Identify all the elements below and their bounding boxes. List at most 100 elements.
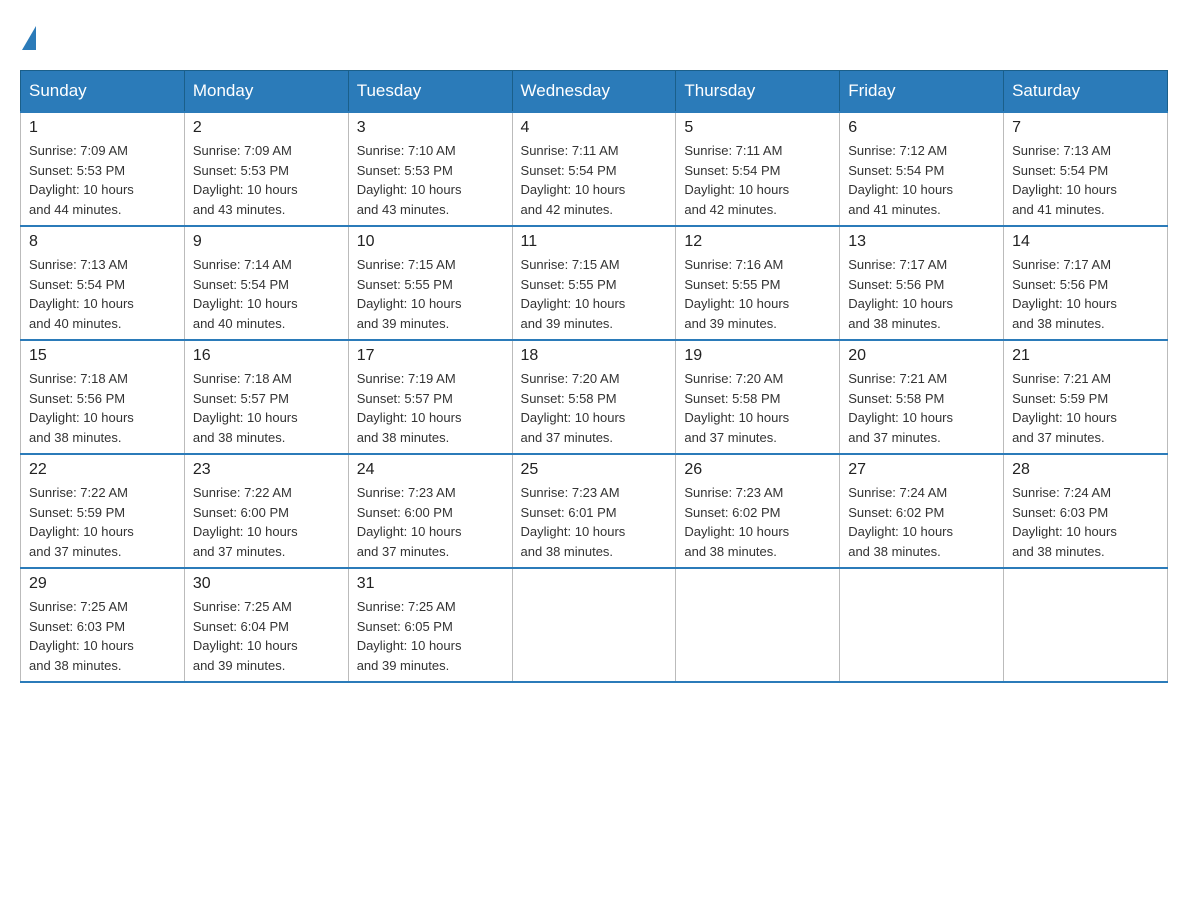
day-info: Sunrise: 7:23 AM Sunset: 6:01 PM Dayligh… <box>521 483 668 561</box>
calendar-cell: 30 Sunrise: 7:25 AM Sunset: 6:04 PM Dayl… <box>184 568 348 682</box>
calendar-cell: 26 Sunrise: 7:23 AM Sunset: 6:02 PM Dayl… <box>676 454 840 568</box>
day-number: 14 <box>1012 233 1159 251</box>
calendar-cell: 21 Sunrise: 7:21 AM Sunset: 5:59 PM Dayl… <box>1004 340 1168 454</box>
day-number: 10 <box>357 233 504 251</box>
day-info: Sunrise: 7:24 AM Sunset: 6:03 PM Dayligh… <box>1012 483 1159 561</box>
calendar-cell: 19 Sunrise: 7:20 AM Sunset: 5:58 PM Dayl… <box>676 340 840 454</box>
calendar-cell: 9 Sunrise: 7:14 AM Sunset: 5:54 PM Dayli… <box>184 226 348 340</box>
calendar-cell: 13 Sunrise: 7:17 AM Sunset: 5:56 PM Dayl… <box>840 226 1004 340</box>
day-number: 9 <box>193 233 340 251</box>
calendar-week-2: 8 Sunrise: 7:13 AM Sunset: 5:54 PM Dayli… <box>21 226 1168 340</box>
calendar-cell <box>676 568 840 682</box>
day-info: Sunrise: 7:16 AM Sunset: 5:55 PM Dayligh… <box>684 255 831 333</box>
day-info: Sunrise: 7:18 AM Sunset: 5:57 PM Dayligh… <box>193 369 340 447</box>
day-info: Sunrise: 7:15 AM Sunset: 5:55 PM Dayligh… <box>521 255 668 333</box>
day-info: Sunrise: 7:22 AM Sunset: 6:00 PM Dayligh… <box>193 483 340 561</box>
day-info: Sunrise: 7:11 AM Sunset: 5:54 PM Dayligh… <box>684 141 831 219</box>
day-number: 20 <box>848 347 995 365</box>
day-number: 31 <box>357 575 504 593</box>
day-number: 3 <box>357 119 504 137</box>
day-number: 30 <box>193 575 340 593</box>
day-number: 13 <box>848 233 995 251</box>
day-info: Sunrise: 7:13 AM Sunset: 5:54 PM Dayligh… <box>29 255 176 333</box>
day-info: Sunrise: 7:10 AM Sunset: 5:53 PM Dayligh… <box>357 141 504 219</box>
weekday-header-thursday: Thursday <box>676 71 840 113</box>
calendar-cell: 4 Sunrise: 7:11 AM Sunset: 5:54 PM Dayli… <box>512 112 676 226</box>
page-header <box>20 20 1168 50</box>
day-number: 24 <box>357 461 504 479</box>
calendar-cell <box>840 568 1004 682</box>
day-number: 1 <box>29 119 176 137</box>
day-number: 17 <box>357 347 504 365</box>
calendar-cell: 11 Sunrise: 7:15 AM Sunset: 5:55 PM Dayl… <box>512 226 676 340</box>
day-number: 15 <box>29 347 176 365</box>
calendar-cell: 16 Sunrise: 7:18 AM Sunset: 5:57 PM Dayl… <box>184 340 348 454</box>
day-number: 18 <box>521 347 668 365</box>
day-info: Sunrise: 7:19 AM Sunset: 5:57 PM Dayligh… <box>357 369 504 447</box>
calendar-cell: 28 Sunrise: 7:24 AM Sunset: 6:03 PM Dayl… <box>1004 454 1168 568</box>
day-number: 4 <box>521 119 668 137</box>
day-info: Sunrise: 7:24 AM Sunset: 6:02 PM Dayligh… <box>848 483 995 561</box>
day-info: Sunrise: 7:20 AM Sunset: 5:58 PM Dayligh… <box>521 369 668 447</box>
calendar-cell: 17 Sunrise: 7:19 AM Sunset: 5:57 PM Dayl… <box>348 340 512 454</box>
calendar-table: SundayMondayTuesdayWednesdayThursdayFrid… <box>20 70 1168 683</box>
day-info: Sunrise: 7:25 AM Sunset: 6:03 PM Dayligh… <box>29 597 176 675</box>
day-info: Sunrise: 7:25 AM Sunset: 6:04 PM Dayligh… <box>193 597 340 675</box>
weekday-header-friday: Friday <box>840 71 1004 113</box>
calendar-cell: 18 Sunrise: 7:20 AM Sunset: 5:58 PM Dayl… <box>512 340 676 454</box>
day-info: Sunrise: 7:23 AM Sunset: 6:02 PM Dayligh… <box>684 483 831 561</box>
calendar-week-4: 22 Sunrise: 7:22 AM Sunset: 5:59 PM Dayl… <box>21 454 1168 568</box>
day-info: Sunrise: 7:21 AM Sunset: 5:59 PM Dayligh… <box>1012 369 1159 447</box>
day-number: 27 <box>848 461 995 479</box>
day-info: Sunrise: 7:22 AM Sunset: 5:59 PM Dayligh… <box>29 483 176 561</box>
calendar-cell: 24 Sunrise: 7:23 AM Sunset: 6:00 PM Dayl… <box>348 454 512 568</box>
calendar-week-3: 15 Sunrise: 7:18 AM Sunset: 5:56 PM Dayl… <box>21 340 1168 454</box>
calendar-cell: 29 Sunrise: 7:25 AM Sunset: 6:03 PM Dayl… <box>21 568 185 682</box>
calendar-cell: 23 Sunrise: 7:22 AM Sunset: 6:00 PM Dayl… <box>184 454 348 568</box>
calendar-cell: 31 Sunrise: 7:25 AM Sunset: 6:05 PM Dayl… <box>348 568 512 682</box>
day-info: Sunrise: 7:17 AM Sunset: 5:56 PM Dayligh… <box>848 255 995 333</box>
day-info: Sunrise: 7:18 AM Sunset: 5:56 PM Dayligh… <box>29 369 176 447</box>
day-info: Sunrise: 7:23 AM Sunset: 6:00 PM Dayligh… <box>357 483 504 561</box>
weekday-header-row: SundayMondayTuesdayWednesdayThursdayFrid… <box>21 71 1168 113</box>
day-number: 2 <box>193 119 340 137</box>
day-info: Sunrise: 7:11 AM Sunset: 5:54 PM Dayligh… <box>521 141 668 219</box>
calendar-cell: 22 Sunrise: 7:22 AM Sunset: 5:59 PM Dayl… <box>21 454 185 568</box>
day-number: 5 <box>684 119 831 137</box>
calendar-cell: 15 Sunrise: 7:18 AM Sunset: 5:56 PM Dayl… <box>21 340 185 454</box>
logo-triangle-icon <box>22 26 36 50</box>
calendar-cell: 2 Sunrise: 7:09 AM Sunset: 5:53 PM Dayli… <box>184 112 348 226</box>
logo <box>20 20 36 50</box>
day-info: Sunrise: 7:12 AM Sunset: 5:54 PM Dayligh… <box>848 141 995 219</box>
day-info: Sunrise: 7:21 AM Sunset: 5:58 PM Dayligh… <box>848 369 995 447</box>
weekday-header-sunday: Sunday <box>21 71 185 113</box>
day-info: Sunrise: 7:09 AM Sunset: 5:53 PM Dayligh… <box>193 141 340 219</box>
calendar-cell <box>512 568 676 682</box>
day-number: 8 <box>29 233 176 251</box>
day-number: 22 <box>29 461 176 479</box>
calendar-cell: 14 Sunrise: 7:17 AM Sunset: 5:56 PM Dayl… <box>1004 226 1168 340</box>
calendar-cell: 8 Sunrise: 7:13 AM Sunset: 5:54 PM Dayli… <box>21 226 185 340</box>
weekday-header-tuesday: Tuesday <box>348 71 512 113</box>
calendar-cell: 5 Sunrise: 7:11 AM Sunset: 5:54 PM Dayli… <box>676 112 840 226</box>
calendar-cell: 1 Sunrise: 7:09 AM Sunset: 5:53 PM Dayli… <box>21 112 185 226</box>
day-info: Sunrise: 7:15 AM Sunset: 5:55 PM Dayligh… <box>357 255 504 333</box>
weekday-header-monday: Monday <box>184 71 348 113</box>
day-number: 29 <box>29 575 176 593</box>
calendar-cell: 25 Sunrise: 7:23 AM Sunset: 6:01 PM Dayl… <box>512 454 676 568</box>
day-number: 21 <box>1012 347 1159 365</box>
calendar-week-1: 1 Sunrise: 7:09 AM Sunset: 5:53 PM Dayli… <box>21 112 1168 226</box>
day-info: Sunrise: 7:20 AM Sunset: 5:58 PM Dayligh… <box>684 369 831 447</box>
calendar-cell: 27 Sunrise: 7:24 AM Sunset: 6:02 PM Dayl… <box>840 454 1004 568</box>
day-number: 19 <box>684 347 831 365</box>
day-number: 16 <box>193 347 340 365</box>
calendar-cell: 10 Sunrise: 7:15 AM Sunset: 5:55 PM Dayl… <box>348 226 512 340</box>
calendar-cell: 7 Sunrise: 7:13 AM Sunset: 5:54 PM Dayli… <box>1004 112 1168 226</box>
day-info: Sunrise: 7:13 AM Sunset: 5:54 PM Dayligh… <box>1012 141 1159 219</box>
calendar-week-5: 29 Sunrise: 7:25 AM Sunset: 6:03 PM Dayl… <box>21 568 1168 682</box>
logo-icon <box>20 20 36 50</box>
day-number: 28 <box>1012 461 1159 479</box>
day-number: 25 <box>521 461 668 479</box>
day-number: 11 <box>521 233 668 251</box>
day-number: 7 <box>1012 119 1159 137</box>
